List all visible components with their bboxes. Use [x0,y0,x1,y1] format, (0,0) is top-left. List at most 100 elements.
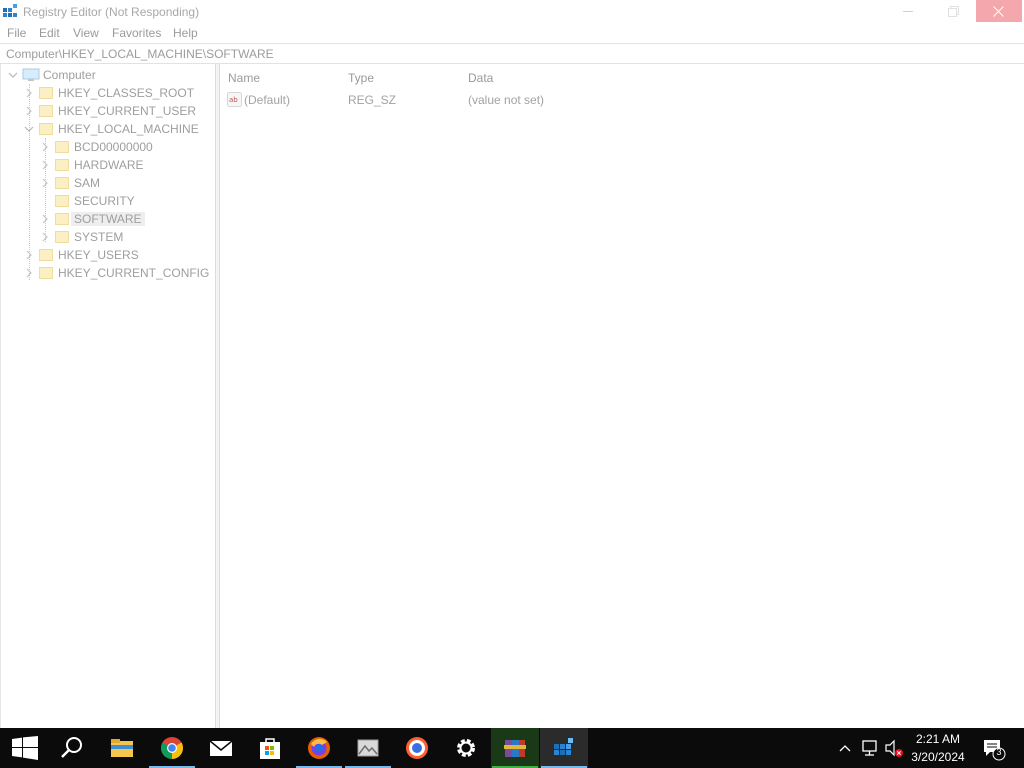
column-header-name[interactable]: Name [228,71,260,85]
tree-label: SYSTEM [74,230,124,244]
tree-item-hkey-classes-root[interactable]: HKEY_CLASSES_ROOT [1,84,215,102]
chevron-right-icon[interactable] [40,160,50,170]
minimize-button[interactable] [886,0,931,22]
taskbar-microsoft-store[interactable] [246,728,294,768]
menu-edit[interactable]: Edit [39,26,60,40]
chrome-icon [161,737,183,759]
menu-view[interactable]: View [73,26,99,40]
menu-help[interactable]: Help [173,26,198,40]
values-pane[interactable]: Name Type Data ab (Default) REG_SZ (valu… [221,64,1024,728]
taskbar-winrar[interactable] [491,728,539,768]
taskbar-file-explorer[interactable] [98,728,146,768]
value-data: (value not set) [468,93,545,107]
chevron-right-icon[interactable] [24,268,34,278]
chevron-right-icon[interactable] [24,250,34,260]
folder-icon [55,177,69,189]
chevron-right-icon[interactable] [40,214,50,224]
chevron-right-icon[interactable] [24,88,34,98]
computer-icon [22,68,40,81]
folder-icon [111,739,133,757]
folder-icon [55,213,69,225]
tree-item-computer[interactable]: Computer [1,66,215,84]
regedit-icon [554,738,573,755]
winrar-icon [504,740,526,757]
maximize-button[interactable] [931,0,976,22]
tree-item-bcd[interactable]: BCD00000000 [1,138,215,156]
close-button[interactable] [976,0,1022,22]
tree-label: HKEY_CURRENT_CONFIG [58,266,210,280]
title-bar: Registry Editor (Not Responding) [0,0,1024,24]
start-button[interactable] [0,728,48,768]
address-path: Computer\HKEY_LOCAL_MACHINE\SOFTWARE [6,47,274,61]
tree-item-hkey-local-machine[interactable]: HKEY_LOCAL_MACHINE [1,120,215,138]
tree-item-sam[interactable]: SAM [1,174,215,192]
clock-time: 2:21 AM [915,732,961,746]
volume-button[interactable] [884,728,904,768]
action-center-button[interactable]: 3 [980,728,1010,768]
clock[interactable]: 2:21 AM 3/20/2024 [902,730,974,766]
tree-label: Computer [43,68,96,82]
address-bar[interactable]: Computer\HKEY_LOCAL_MACHINE\SOFTWARE [0,43,1024,64]
regedit-app-icon [3,4,17,17]
tree-item-hkey-current-config[interactable]: HKEY_CURRENT_CONFIG [1,264,215,282]
mail-icon [209,740,233,756]
tree-label: HKEY_USERS [58,248,139,262]
tree-label: HKEY_CLASSES_ROOT [58,86,195,100]
ab-string-icon: ab [227,92,242,107]
notification-count: 3 [996,747,1002,757]
menu-favorites[interactable]: Favorites [112,26,161,40]
folder-icon [55,195,69,207]
folder-icon [39,267,53,279]
folder-icon [55,141,69,153]
tree-label: HKEY_CURRENT_USER [58,104,197,118]
value-name: (Default) [244,93,291,107]
tree-item-hkey-users[interactable]: HKEY_USERS [1,246,215,264]
show-hidden-icons-button[interactable] [838,728,856,768]
chevron-right-icon[interactable] [40,178,50,188]
windows-logo-icon [12,736,38,760]
taskbar-settings[interactable] [442,728,490,768]
chevron-up-icon [839,745,851,752]
tree-item-security[interactable]: SECURITY [1,192,215,210]
tree-item-system[interactable]: SYSTEM [1,228,215,246]
taskbar-photos[interactable] [344,728,392,768]
chevron-right-icon[interactable] [40,142,50,152]
window-title: Registry Editor (Not Responding) [23,5,200,19]
svg-text:ab: ab [229,96,238,104]
key-tree-pane[interactable]: Computer HKEY_CLASSES_ROOT HKEY_CURRENT_… [0,64,216,728]
folder-open-icon [39,123,53,135]
column-header-data[interactable]: Data [468,71,493,85]
gear-icon [457,739,475,757]
tree-item-hkey-current-user[interactable]: HKEY_CURRENT_USER [1,102,215,120]
tree-label: HARDWARE [74,158,144,172]
network-button[interactable] [860,728,882,768]
clock-date: 3/20/2024 [911,750,965,764]
minimize-icon [903,11,913,12]
chevron-down-icon[interactable] [8,70,18,80]
search-button[interactable] [48,728,96,768]
tree-item-software[interactable]: SOFTWARE [1,210,215,228]
tree-item-hardware[interactable]: HARDWARE [1,156,215,174]
taskbar: 2:21 AM 3/20/2024 3 [0,728,1024,768]
taskbar-brave[interactable] [393,728,441,768]
menu-file[interactable]: File [7,26,26,40]
store-icon [260,738,280,759]
taskbar-chrome[interactable] [148,728,196,768]
taskbar-firefox[interactable] [295,728,343,768]
value-type: REG_SZ [348,93,397,107]
taskbar-registry-editor[interactable] [540,728,588,768]
network-icon [862,740,877,756]
tree-label: SECURITY [74,194,135,208]
pane-splitter[interactable] [216,64,220,728]
restore-icon [948,6,959,17]
tree-label-selected: SOFTWARE [71,212,145,226]
brave-icon [406,737,428,759]
chevron-down-icon[interactable] [24,124,34,134]
chevron-right-icon[interactable] [24,106,34,116]
tree-label: BCD00000000 [74,140,153,154]
search-icon [61,737,82,758]
chevron-right-icon[interactable] [40,232,50,242]
taskbar-mail[interactable] [197,728,245,768]
tree-label: HKEY_LOCAL_MACHINE [58,122,199,136]
column-header-type[interactable]: Type [348,71,374,85]
